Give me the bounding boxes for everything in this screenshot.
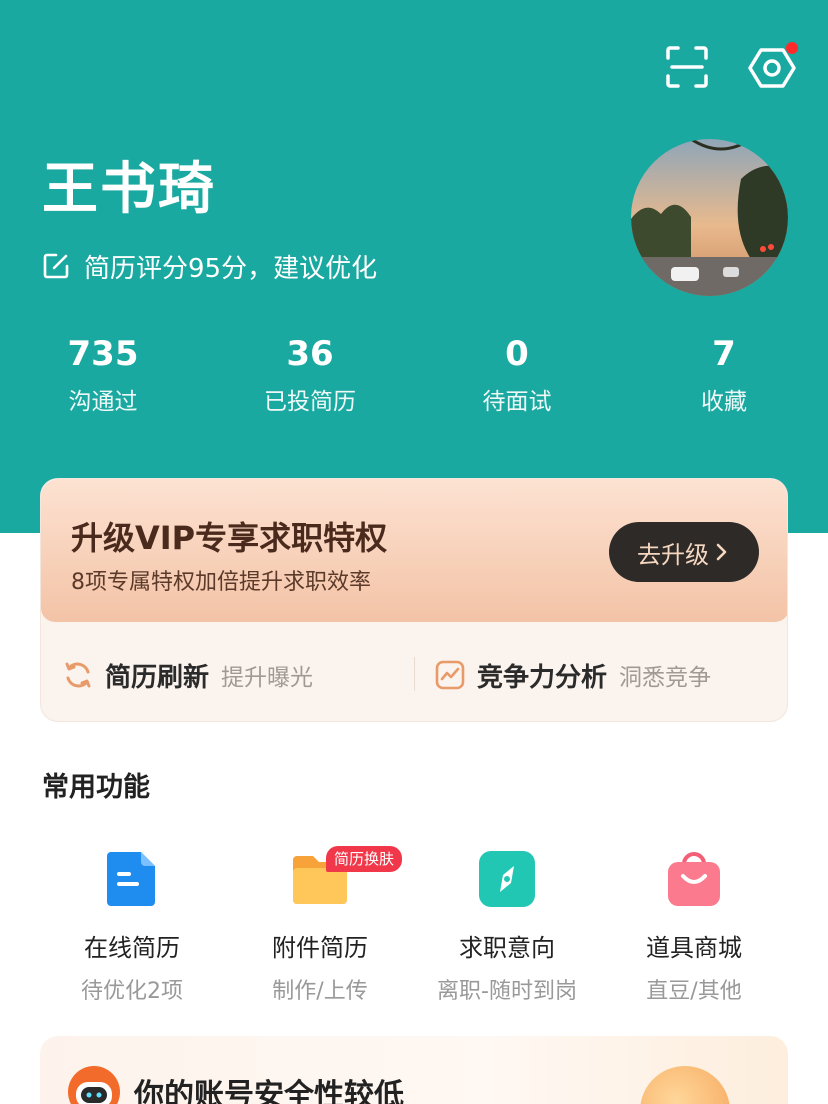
- func-subtitle: 待优化2项: [81, 979, 183, 1004]
- feature-competitiveness[interactable]: 竞争力分析 洞悉竞争: [435, 655, 711, 695]
- compass-icon: [478, 850, 536, 908]
- stat-applied[interactable]: 36 已投简历: [230, 334, 390, 416]
- func-label: 在线简历: [84, 934, 180, 962]
- feature-subtitle: 洞悉竞争: [619, 665, 712, 691]
- document-icon: [103, 850, 161, 908]
- vip-card[interactable]: 升级VIP专享求职特权 8项专属特权加倍提升求职效率 去升级 简历刷新 提升曝光…: [40, 478, 788, 722]
- stat-interviews[interactable]: 0 待面试: [437, 334, 597, 416]
- resume-score-text: 简历评分95分，建议优化: [84, 253, 378, 284]
- feature-resume-refresh[interactable]: 简历刷新 提升曝光: [63, 655, 313, 695]
- resume-score-link[interactable]: 简历评分95分，建议优化: [42, 246, 377, 286]
- func-subtitle: 直豆/其他: [646, 979, 742, 1004]
- stat-label: 收藏: [701, 389, 747, 415]
- stat-value: 735: [67, 334, 139, 374]
- security-title: 你的账号安全性较低: [134, 1078, 404, 1104]
- scan-icon[interactable]: [666, 46, 708, 88]
- func-attachment-resume[interactable]: 附件简历 制作/上传: [225, 850, 415, 1005]
- chevron-right-icon: [716, 543, 727, 561]
- trend-chart-icon: [435, 660, 465, 690]
- stat-contacted[interactable]: 735 沟通过: [23, 334, 183, 416]
- func-label: 道具商城: [646, 934, 742, 962]
- func-item-store[interactable]: 道具商城 直豆/其他: [599, 850, 789, 1005]
- user-name: 王书琦: [42, 157, 216, 222]
- func-label: 求职意向: [459, 934, 555, 962]
- upgrade-button[interactable]: 去升级: [609, 522, 759, 582]
- divider: [414, 657, 415, 691]
- stat-value: 7: [712, 334, 736, 374]
- notification-dot: [786, 42, 798, 54]
- stat-label: 已投简历: [264, 389, 356, 415]
- skin-badge: 简历换肤: [326, 846, 403, 872]
- feature-subtitle: 提升曝光: [221, 665, 314, 691]
- func-label: 附件简历: [272, 934, 368, 962]
- stat-value: 0: [505, 334, 529, 374]
- func-subtitle: 制作/上传: [272, 979, 368, 1004]
- edit-icon: [43, 253, 69, 279]
- vip-subtitle: 8项专属特权加倍提升求职效率: [71, 570, 371, 595]
- stat-favorites[interactable]: 7 收藏: [644, 334, 804, 416]
- func-subtitle: 离职-随时到岗: [437, 979, 577, 1004]
- stat-label: 沟通过: [68, 389, 138, 415]
- upgrade-button-label: 去升级: [637, 540, 709, 569]
- stat-label: 待面试: [482, 389, 552, 415]
- vip-banner[interactable]: 升级VIP专享求职特权 8项专属特权加倍提升求职效率 去升级: [41, 479, 787, 622]
- stat-value: 36: [286, 334, 334, 374]
- func-online-resume[interactable]: 在线简历 待优化2项: [37, 850, 227, 1005]
- func-job-intention[interactable]: 求职意向 离职-随时到岗: [412, 850, 602, 1005]
- refresh-icon: [65, 662, 91, 688]
- vip-title: 升级VIP专享求职特权: [71, 519, 388, 557]
- avatar[interactable]: [631, 139, 788, 296]
- section-title: 常用功能: [42, 772, 150, 803]
- shopping-bag-icon: [665, 850, 723, 908]
- feature-title: 竞争力分析: [477, 662, 608, 693]
- feature-title: 简历刷新: [105, 662, 210, 693]
